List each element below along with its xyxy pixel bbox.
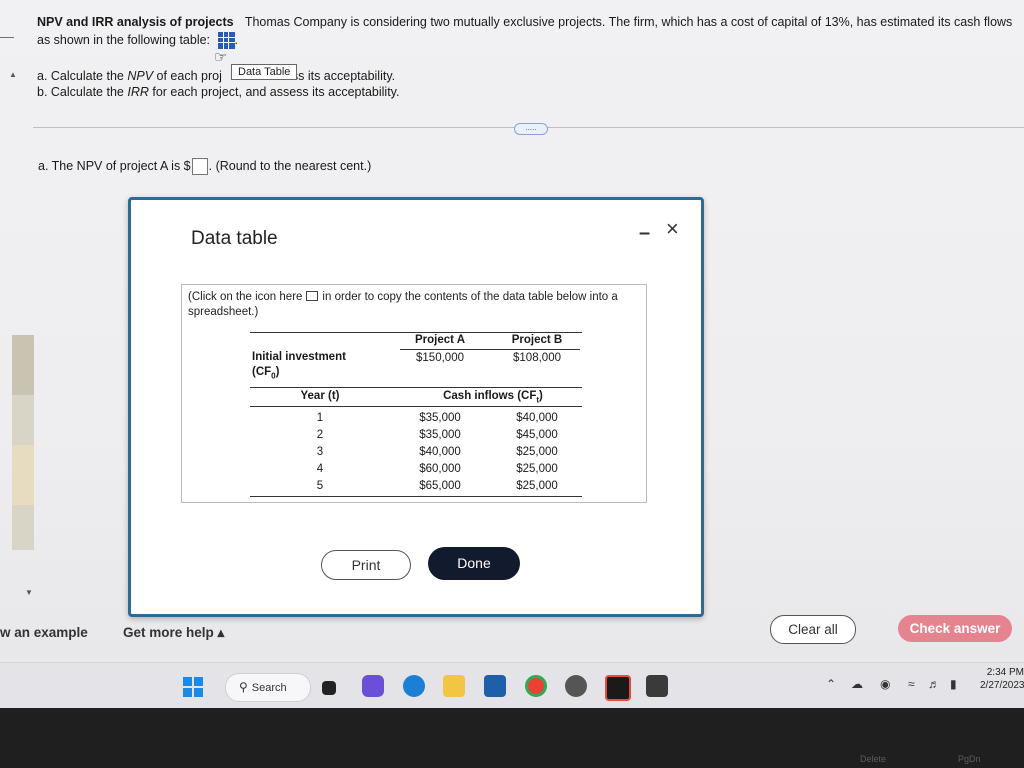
mail-icon[interactable] <box>484 675 506 697</box>
data-table-tooltip: Data Table <box>231 64 298 80</box>
answer-line: a. The NPV of project A is $. (Round to … <box>38 158 371 175</box>
data-table-dialog: Data table – × (Click on the icon here in… <box>128 197 704 617</box>
project-a-column: $35,000 $35,000 $40,000 $60,000 $65,000 <box>419 412 461 492</box>
initial-value-a: $150,000 <box>416 352 464 364</box>
delete-key: Delete <box>860 754 887 764</box>
scrollbar[interactable] <box>12 335 34 550</box>
year-header: Year (t) <box>300 390 340 402</box>
initial-investment-label: Initial investment <box>252 351 346 363</box>
taskbar: ⚲ Search ⌃ ☁ ◉ ≈ ♬ ▮ 2:34 PM 2/27/2023 <box>0 662 1024 708</box>
part-a: a. Calculate the NPV of each proj ss its … <box>37 69 396 83</box>
cloud-sync-icon[interactable]: ◉ <box>880 677 890 691</box>
onedrive-icon[interactable]: ☁ <box>851 677 863 691</box>
chat-icon[interactable] <box>362 675 384 697</box>
data-table-frame: (Click on the icon here in order to copy … <box>181 284 647 503</box>
scroll-up-icon[interactable]: ▲ <box>9 70 17 79</box>
scroll-down-icon[interactable]: ▼ <box>25 588 33 597</box>
laptop-bezel: Delete PgDn <box>0 708 1024 768</box>
project-b-column: $40,000 $45,000 $25,000 $25,000 $25,000 <box>516 412 558 492</box>
done-button[interactable]: Done <box>428 547 520 580</box>
check-answer-button[interactable]: Check answer <box>898 615 1012 642</box>
get-more-help-link[interactable]: Get more help ▴ <box>123 625 224 641</box>
part-b: b. Calculate the IRR for each project, a… <box>37 85 400 99</box>
battery-icon[interactable]: ▮ <box>950 677 957 691</box>
initial-investment-sublabel: (CF0) <box>252 366 280 381</box>
clock[interactable]: 2:34 PM 2/27/2023 <box>980 666 1024 692</box>
dialog-title: Data table <box>191 228 278 249</box>
show-hidden-icons-icon[interactable]: ⌃ <box>826 677 836 691</box>
scrollbar-track-highlight <box>12 445 34 505</box>
file-explorer-icon[interactable] <box>443 675 465 697</box>
wifi-icon[interactable]: ≈ <box>908 677 915 691</box>
question-parts: a. Calculate the NPV of each proj ss its … <box>37 68 399 100</box>
question-title: NPV and IRR analysis of projects <box>37 15 234 29</box>
initial-value-b: $108,000 <box>513 352 561 364</box>
year-column: 1 2 3 4 5 <box>316 412 324 492</box>
print-button[interactable]: Print <box>321 550 411 580</box>
calculator-icon[interactable] <box>646 675 668 697</box>
close-icon[interactable]: × <box>666 216 679 242</box>
windows-start-icon[interactable] <box>183 677 203 697</box>
chrome-icon[interactable] <box>525 675 547 697</box>
search-icon: ⚲ <box>239 680 248 694</box>
pgdn-key: PgDn <box>958 754 981 764</box>
task-view-icon[interactable] <box>322 681 336 695</box>
minimize-icon[interactable]: – <box>639 222 650 245</box>
question-header: NPV and IRR analysis of projects Thomas … <box>37 13 1017 50</box>
screen: — ▲ ▼ NPV and IRR analysis of projects T… <box>0 0 1024 708</box>
data-table-icon[interactable] <box>217 32 235 50</box>
back-arrow-icon[interactable]: — <box>0 28 14 44</box>
scrollbar-thumb[interactable] <box>12 335 34 395</box>
copy-note: (Click on the icon here in order to copy … <box>188 290 618 318</box>
expand-more-button[interactable]: ..... <box>514 123 548 135</box>
copy-icon[interactable] <box>306 290 319 301</box>
taskbar-search[interactable]: ⚲ Search <box>225 673 311 702</box>
clear-all-button[interactable]: Clear all <box>770 615 856 644</box>
paint-app-icon[interactable] <box>605 675 631 701</box>
cash-inflows-header: Cash inflows (CFt) <box>443 390 543 405</box>
settings-gear-icon[interactable] <box>565 675 587 697</box>
view-example-link[interactable]: w an example <box>0 625 88 640</box>
npv-answer-input[interactable] <box>191 158 208 175</box>
hand-cursor-icon: ☞ <box>214 49 228 66</box>
edge-browser-icon[interactable] <box>403 675 425 697</box>
header-project-a: Project A <box>414 334 466 346</box>
header-project-b: Project B <box>511 334 563 346</box>
volume-icon[interactable]: ♬ <box>928 677 940 691</box>
